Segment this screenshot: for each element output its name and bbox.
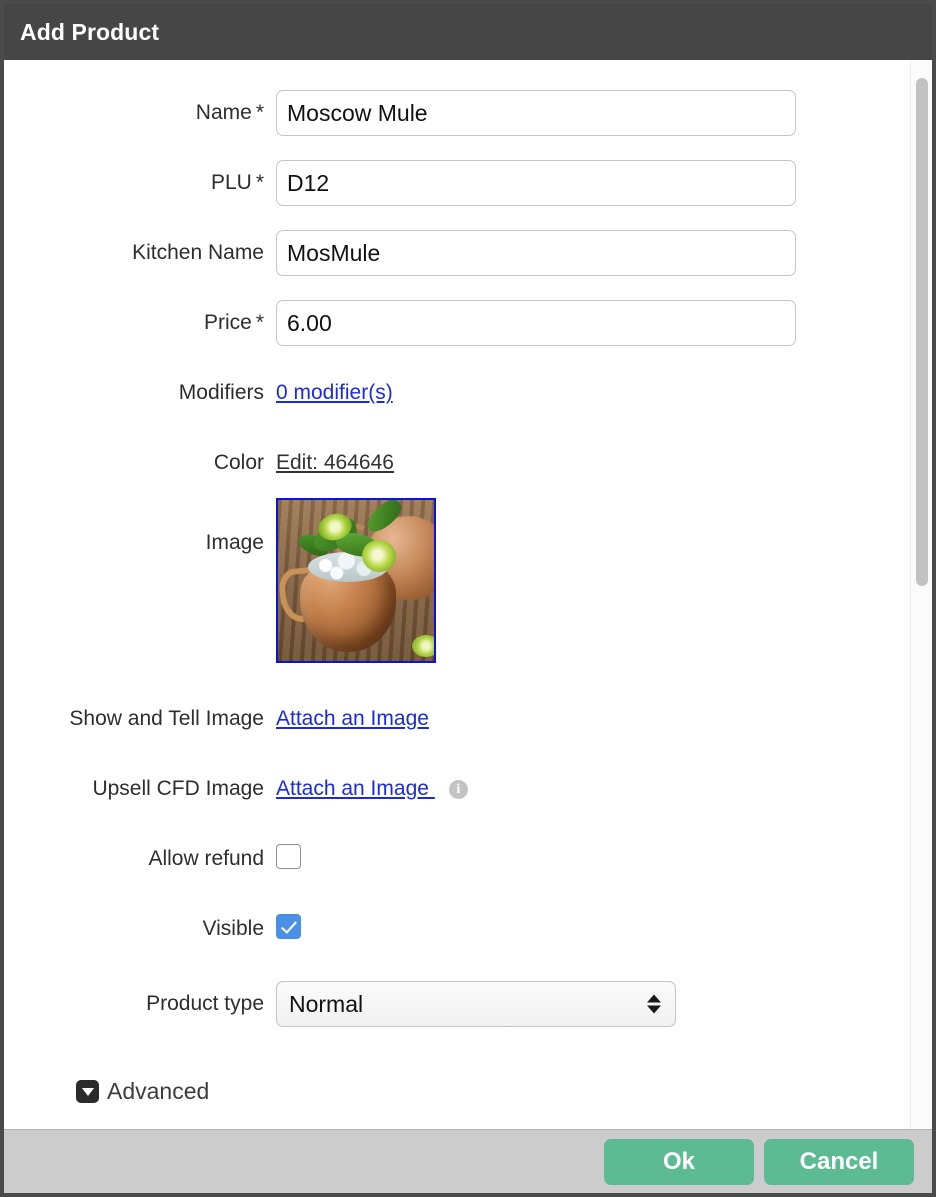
chevron-down-icon <box>647 1005 661 1014</box>
label-kitchen-name: Kitchen Name <box>132 241 264 265</box>
label-upsell-cfd-image: Upsell CFD Image <box>92 777 264 801</box>
field-price <box>276 300 932 346</box>
price-input[interactable] <box>276 300 796 346</box>
visible-checkbox[interactable] <box>276 914 301 939</box>
scroll-thumb[interactable] <box>916 78 928 586</box>
form-row-plu: PLU * <box>4 148 932 218</box>
modifiers-link[interactable]: 0 modifier(s) <box>276 381 393 404</box>
kitchen-name-input[interactable] <box>276 230 796 276</box>
upsell-cfd-attach-link[interactable]: Attach an Image <box>276 777 435 800</box>
form-row-image: Image <box>4 498 932 684</box>
field-color: Edit: 464646 <box>276 451 932 475</box>
triangle-glyph <box>81 1087 94 1096</box>
chevron-up-icon <box>647 994 661 1003</box>
add-product-dialog: Add Product Name* PLU* Kitchen Name <box>0 0 936 1197</box>
label-image: Image <box>205 531 264 554</box>
form-row-name: Name * <box>4 78 932 148</box>
product-type-select[interactable]: Normal <box>276 981 676 1027</box>
field-upsell-cfd-image: Attach an Image i <box>276 777 932 801</box>
advanced-label: Advanced <box>107 1078 210 1104</box>
label-show-and-tell-image: Show and Tell Image <box>69 707 264 731</box>
label-plu: PLU * <box>210 171 264 195</box>
advanced-disclosure[interactable]: Advanced <box>4 1078 932 1105</box>
name-input[interactable] <box>276 90 796 136</box>
required-asterisk-price: * <box>255 311 264 335</box>
dialog-titlebar: Add Product <box>4 4 932 60</box>
field-name <box>276 90 932 136</box>
required-asterisk-plu: * <box>255 171 264 195</box>
required-asterisk-name: * <box>255 101 264 125</box>
form-row-upsell-cfd-image: Upsell CFD Image Attach an Image i <box>4 754 932 824</box>
form-row-price: Price * <box>4 288 932 358</box>
field-allow-refund <box>276 844 932 874</box>
product-image-thumbnail[interactable] <box>276 498 436 663</box>
label-visible: Visible <box>202 917 264 941</box>
form-row-allow-refund: Allow refund <box>4 824 932 894</box>
disclosure-triangle-down-icon[interactable] <box>76 1080 99 1103</box>
dialog-footer: Ok Cancel <box>4 1129 932 1193</box>
form-row-visible: Visible <box>4 894 932 964</box>
image-lime-slice <box>412 635 434 657</box>
label-price: Price * <box>203 311 264 335</box>
vertical-scrollbar[interactable] <box>910 60 932 1129</box>
label-name: Name * <box>195 101 264 125</box>
product-type-selected-value: Normal <box>289 990 364 1017</box>
field-product-type: Normal <box>276 981 932 1027</box>
field-modifiers: 0 modifier(s) <box>276 381 932 405</box>
form-row-kitchen-name: Kitchen Name <box>4 218 932 288</box>
form-row-modifiers: Modifiers 0 modifier(s) <box>4 358 932 428</box>
plu-input[interactable] <box>276 160 796 206</box>
allow-refund-checkbox[interactable] <box>276 844 301 869</box>
field-plu <box>276 160 932 206</box>
label-color: Color <box>213 451 264 475</box>
cancel-button[interactable]: Cancel <box>764 1138 914 1185</box>
ok-button[interactable]: Ok <box>604 1138 754 1185</box>
field-kitchen-name <box>276 230 932 276</box>
label-allow-refund: Allow refund <box>148 847 264 871</box>
field-image <box>276 498 932 663</box>
show-and-tell-attach-link[interactable]: Attach an Image <box>276 707 429 730</box>
label-product-type: Product type <box>146 992 264 1016</box>
form-row-show-and-tell-image: Show and Tell Image Attach an Image <box>4 684 932 754</box>
product-form: Name* PLU* Kitchen Name <box>4 60 932 1129</box>
info-icon[interactable]: i <box>448 780 468 799</box>
form-row-product-type: Product type Normal <box>4 964 932 1044</box>
dialog-title: Add Product <box>20 18 160 45</box>
stepper-arrows-icon <box>647 994 661 1014</box>
field-show-and-tell-image: Attach an Image <box>276 707 932 731</box>
color-edit-link[interactable]: Edit: 464646 <box>276 451 394 474</box>
field-visible <box>276 914 932 944</box>
label-modifiers: Modifiers <box>178 381 264 405</box>
dialog-body: Name* PLU* Kitchen Name <box>4 60 932 1129</box>
form-row-color: Color Edit: 464646 <box>4 428 932 498</box>
